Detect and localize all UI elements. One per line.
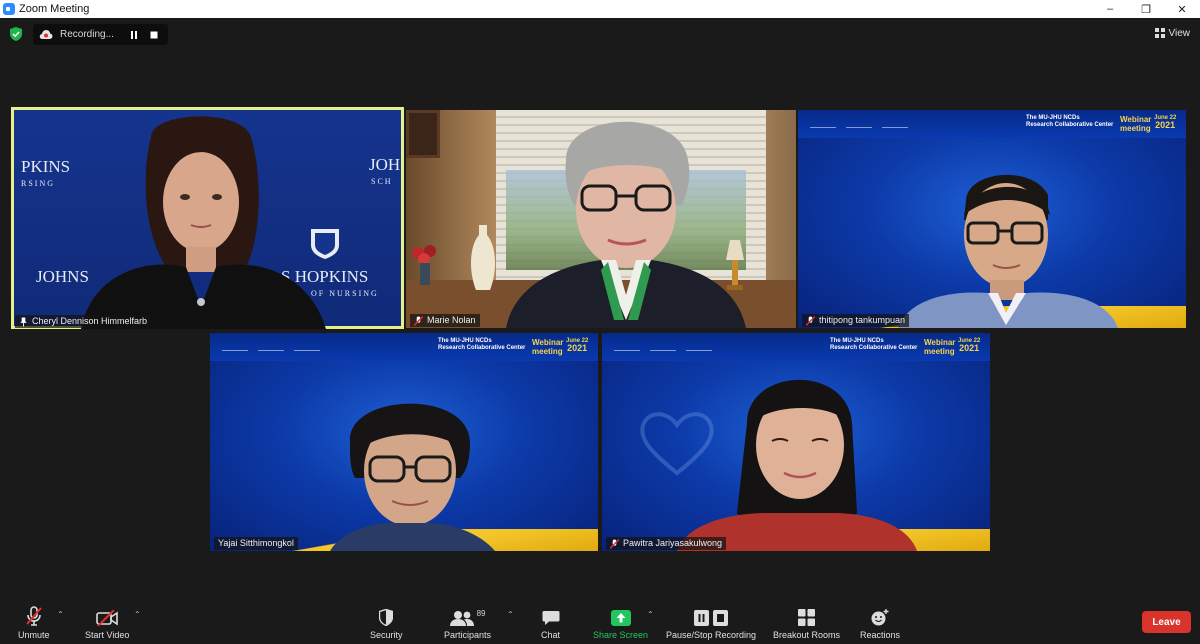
participant-name: Pawitra Jariyasakulwong bbox=[623, 538, 723, 548]
sponsor-logos bbox=[810, 118, 908, 128]
video-tile-yajai[interactable]: The MU-JHU NCDs Research Collaborative C… bbox=[210, 333, 598, 551]
participant-name-label: Pawitra Jariyasakulwong bbox=[606, 537, 727, 550]
cloud-recording-icon bbox=[39, 30, 53, 39]
participant-name: Yajai Sitthimongkol bbox=[218, 538, 294, 548]
window-titlebar: Zoom Meeting – ❐ ✕ bbox=[0, 0, 1200, 18]
stop-recording-button[interactable] bbox=[146, 27, 162, 43]
webinar-title: The MU-JHU NCDs Research Collaborative C… bbox=[830, 338, 918, 351]
hopkins-background-text: SCH bbox=[371, 177, 393, 186]
grid-view-icon bbox=[1154, 28, 1165, 38]
webinar-date: June 22 2021 bbox=[566, 338, 589, 353]
chat-button[interactable]: Chat bbox=[541, 604, 560, 640]
participants-button[interactable]: 89 Participants bbox=[444, 604, 491, 640]
view-label: View bbox=[1168, 27, 1191, 39]
reactions-label: Reactions bbox=[860, 630, 901, 640]
participant-video-cheryl bbox=[81, 116, 326, 329]
reactions-button[interactable]: Reactions bbox=[860, 604, 900, 640]
window-controls: – ❐ ✕ bbox=[1092, 0, 1200, 18]
share-screen-icon bbox=[610, 610, 631, 626]
close-button[interactable]: ✕ bbox=[1164, 0, 1200, 18]
breakout-rooms-icon bbox=[798, 609, 816, 626]
webinar-label: Webinar meeting bbox=[1120, 115, 1152, 133]
meeting-topbar: Recording... View bbox=[0, 18, 1200, 50]
participant-name-label: Marie Nolan bbox=[410, 314, 480, 327]
restore-button[interactable]: ❐ bbox=[1128, 0, 1164, 18]
start-video-button[interactable]: Start Video bbox=[85, 604, 129, 640]
participant-video-pawitra bbox=[677, 379, 917, 551]
recording-label: Recording... bbox=[60, 29, 114, 40]
video-tile-marie[interactable]: Marie Nolan bbox=[406, 110, 796, 328]
security-label: Security bbox=[370, 630, 403, 640]
picture-frame bbox=[406, 110, 440, 158]
muted-mic-icon bbox=[414, 315, 423, 326]
chat-label: Chat bbox=[541, 630, 561, 640]
participant-video-thitipong bbox=[898, 174, 1118, 328]
webinar-title: The MU-JHU NCDs Research Collaborative C… bbox=[438, 338, 526, 351]
pause-stop-recording-button[interactable]: Pause/Stop Recording bbox=[666, 604, 756, 640]
participant-video-marie bbox=[506, 121, 746, 328]
video-tile-pawitra[interactable]: The MU-JHU NCDs Research Collaborative C… bbox=[602, 333, 990, 551]
leave-button[interactable]: Leave bbox=[1142, 611, 1191, 633]
participants-icon bbox=[449, 611, 474, 626]
participants-options-caret[interactable]: ⌃ bbox=[507, 610, 514, 619]
webinar-date: June 22 2021 bbox=[1154, 115, 1177, 130]
chat-icon bbox=[542, 611, 559, 625]
participant-name: thitipong tankumpuan bbox=[819, 315, 906, 325]
recording-indicator: Recording... bbox=[33, 24, 168, 45]
video-tile-thitipong[interactable]: The MU-JHU NCDs Research Collaborative C… bbox=[798, 110, 1186, 328]
unmute-label: Unmute bbox=[18, 630, 50, 640]
reactions-smiley-icon bbox=[871, 609, 889, 626]
participant-name-label: Cheryl Dennison Himmelfarb bbox=[15, 315, 152, 328]
encryption-shield-icon[interactable] bbox=[10, 27, 22, 41]
pause-icon bbox=[131, 30, 137, 39]
muted-mic-icon bbox=[610, 538, 619, 549]
share-options-caret[interactable]: ⌃ bbox=[647, 610, 654, 619]
view-button[interactable]: View bbox=[1154, 24, 1191, 42]
pause-stop-recording-icon bbox=[694, 610, 729, 626]
shield-icon bbox=[379, 609, 394, 626]
unmute-button[interactable]: Unmute bbox=[18, 604, 50, 640]
webinar-title: The MU-JHU NCDs Research Collaborative C… bbox=[1026, 115, 1114, 128]
share-screen-button[interactable]: Share Screen bbox=[593, 604, 648, 640]
hopkins-background-text: JOH bbox=[369, 155, 401, 174]
muted-mic-icon bbox=[25, 606, 42, 626]
flowers-icon bbox=[412, 245, 436, 285]
video-off-icon bbox=[96, 610, 118, 626]
participant-name-label: thitipong tankumpuan bbox=[802, 314, 910, 327]
sponsor-logos bbox=[614, 341, 712, 351]
window-title: Zoom Meeting bbox=[19, 3, 90, 15]
participant-name: Marie Nolan bbox=[427, 315, 476, 325]
pause-recording-button[interactable] bbox=[126, 27, 142, 43]
video-options-caret[interactable]: ⌃ bbox=[134, 610, 141, 619]
recording-control-label: Pause/Stop Recording bbox=[666, 630, 757, 640]
muted-mic-icon bbox=[806, 315, 815, 326]
participant-video-yajai bbox=[330, 403, 495, 551]
participant-name-label: Yajai Sitthimongkol bbox=[214, 537, 298, 550]
breakout-rooms-button[interactable]: Breakout Rooms bbox=[773, 604, 840, 640]
participants-label: Participants bbox=[444, 630, 492, 640]
audio-options-caret[interactable]: ⌃ bbox=[57, 610, 64, 619]
vase-icon bbox=[470, 225, 496, 290]
security-button[interactable]: Security bbox=[370, 604, 403, 640]
meeting-toolbar: Unmute ⌃ Start Video ⌃ Security 89 Parti… bbox=[0, 596, 1200, 644]
sponsor-logos bbox=[222, 341, 320, 351]
breakout-rooms-label: Breakout Rooms bbox=[773, 630, 841, 640]
participant-name: Cheryl Dennison Himmelfarb bbox=[32, 316, 148, 326]
zoom-app-icon bbox=[3, 3, 15, 15]
pin-icon bbox=[20, 317, 27, 326]
participants-count: 89 bbox=[476, 609, 486, 618]
share-screen-label: Share Screen bbox=[593, 630, 649, 640]
video-tile-cheryl[interactable]: PKINS RSING JOHNS S HOPKINS OF NURSING J… bbox=[11, 107, 404, 329]
webinar-date: June 22 2021 bbox=[958, 338, 981, 353]
minimize-button[interactable]: – bbox=[1092, 0, 1128, 18]
start-video-label: Start Video bbox=[85, 630, 130, 640]
webinar-label: Webinar meeting bbox=[532, 338, 564, 356]
stop-icon bbox=[150, 31, 158, 38]
webinar-label: Webinar meeting bbox=[924, 338, 956, 356]
